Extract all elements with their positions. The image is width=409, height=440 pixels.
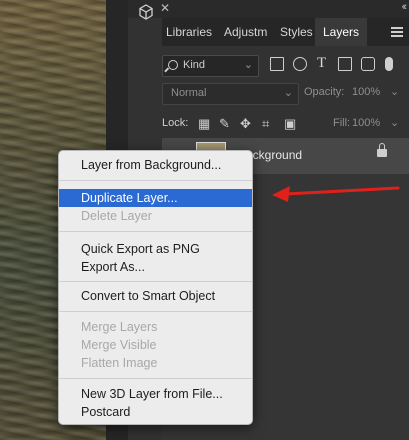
smart-object-filter-icon[interactable]: [361, 57, 375, 71]
panel-menu-icon[interactable]: [391, 27, 403, 37]
menu-item-convert-smart-object[interactable]: Convert to Smart Object: [59, 287, 252, 305]
collapse-icon[interactable]: ‹‹: [402, 1, 408, 13]
context-menu: Layer from Background... Duplicate Layer…: [58, 150, 253, 425]
lock-label: Lock:: [162, 117, 189, 129]
menu-item-export-as[interactable]: Export As...: [59, 258, 252, 276]
tab-adjustments[interactable]: Adjustm: [224, 18, 267, 46]
lock-transparent-icon[interactable]: ▦: [198, 116, 210, 132]
menu-separator: [59, 311, 252, 312]
chevron-down-icon: ⌄: [283, 87, 293, 99]
tab-styles[interactable]: Styles: [280, 18, 313, 46]
menu-item-quick-export-png[interactable]: Quick Export as PNG: [59, 240, 252, 258]
menu-item-merge-layers: Merge Layers: [81, 320, 158, 334]
opacity-input[interactable]: 100%: [352, 86, 380, 98]
annotation-arrow-icon: [272, 186, 400, 202]
menu-item-merge-visible: Merge Visible: [81, 338, 157, 352]
kind-filter-select[interactable]: Kind ⌄: [162, 55, 259, 77]
adjustment-filter-icon[interactable]: [293, 57, 307, 71]
blend-mode-value: Normal: [171, 87, 207, 99]
search-icon: [168, 60, 178, 70]
kind-filter-label: Kind: [183, 59, 206, 71]
chevron-down-icon[interactable]: ⌄: [390, 116, 399, 129]
blend-mode-select[interactable]: Normal ⌄: [162, 83, 299, 105]
menu-item-flatten-image: Flatten Image: [81, 356, 158, 370]
fill-label: Fill:: [333, 117, 351, 129]
pixel-filter-icon[interactable]: [270, 57, 284, 71]
menu-separator: [59, 180, 252, 181]
fill-input[interactable]: 100%: [352, 117, 380, 129]
lock-artboard-icon[interactable]: ⌗: [262, 116, 269, 132]
filter-toggle-icon[interactable]: [385, 57, 393, 71]
menu-item-delete-layer: Delete Layer: [81, 209, 152, 223]
tab-libraries[interactable]: Libraries: [166, 18, 212, 46]
opacity-label: Opacity:: [304, 86, 345, 98]
lock-row: Lock: ▦ ✎ ✥ ⌗ ▣ Fill: 100% ⌄: [162, 114, 409, 134]
panel-topbar: ✕ ‹‹: [128, 0, 409, 20]
menu-item-new-3d-layer[interactable]: New 3D Layer from File...: [59, 385, 252, 403]
chevron-down-icon: ⌄: [243, 59, 253, 71]
menu-item-postcard[interactable]: Postcard: [59, 403, 252, 421]
type-filter-icon[interactable]: T: [317, 55, 326, 72]
menu-item-duplicate-layer[interactable]: Duplicate Layer...: [59, 189, 252, 207]
lock-all-icon[interactable]: ▣: [284, 116, 296, 132]
menu-separator: [59, 231, 252, 232]
menu-separator: [59, 281, 252, 282]
blend-row: Normal ⌄ Opacity: 100% ⌄: [162, 83, 409, 105]
filter-row: Kind ⌄ T: [162, 55, 409, 77]
menu-item-layer-from-background[interactable]: Layer from Background...: [59, 156, 252, 174]
chevron-down-icon[interactable]: ⌄: [390, 85, 399, 98]
close-icon[interactable]: ✕: [160, 1, 170, 15]
lock-position-icon[interactable]: ✥: [240, 116, 251, 132]
lock-icon[interactable]: [377, 143, 387, 157]
menu-separator: [59, 378, 252, 379]
lock-pixels-icon[interactable]: ✎: [219, 116, 230, 132]
tab-layers[interactable]: Layers: [315, 18, 368, 46]
panel-tabs: Libraries Adjustm Styles Layers: [162, 18, 409, 46]
shape-filter-icon[interactable]: [338, 57, 352, 71]
cube-icon[interactable]: [138, 4, 154, 20]
